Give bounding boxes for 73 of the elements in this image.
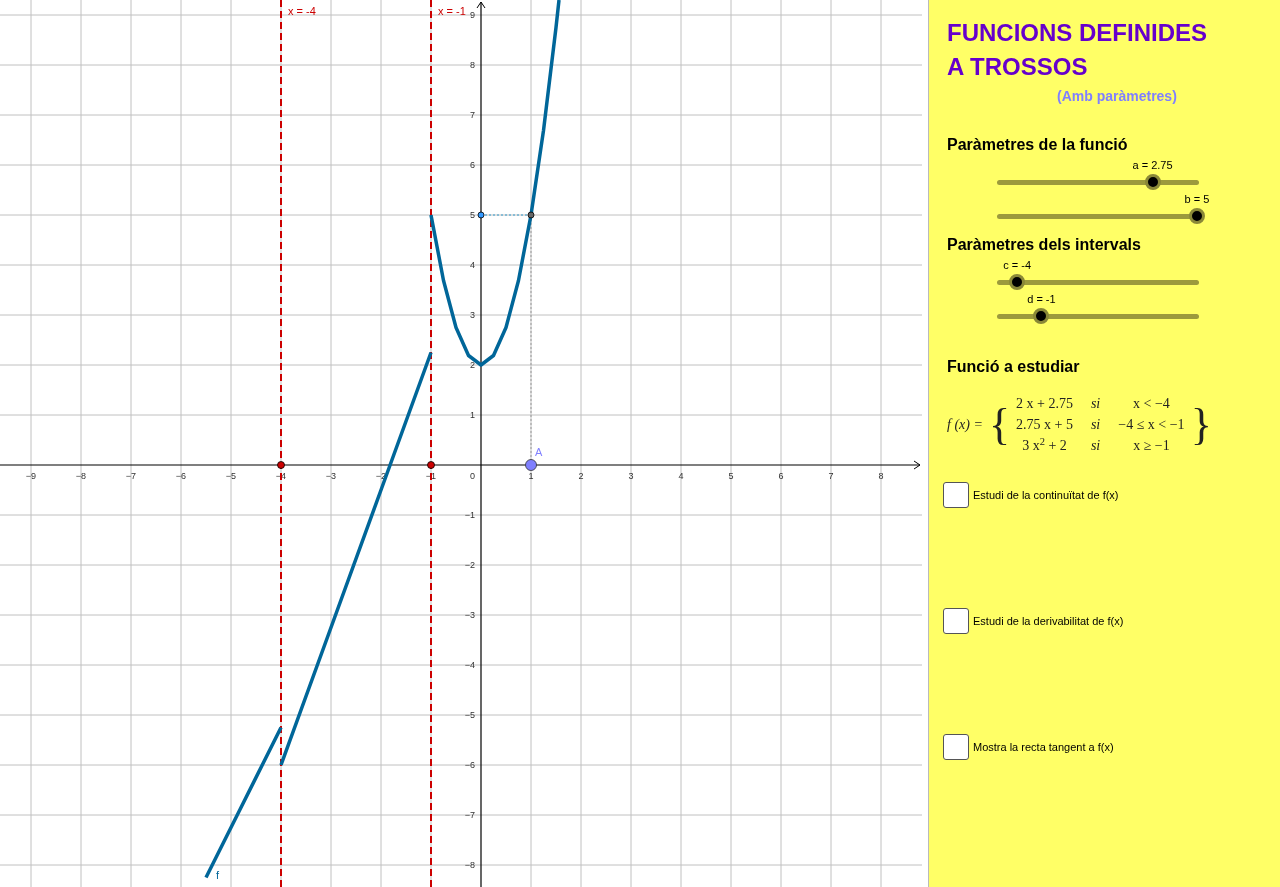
- slider-thumb[interactable]: [1144, 174, 1161, 190]
- line-label: x = -1: [438, 5, 466, 17]
- axis-tick-label: −3: [464, 610, 475, 620]
- panel-title: A TROSSOS: [947, 52, 1089, 82]
- axis-tick-label: 2: [470, 360, 475, 370]
- axis-tick-label: −8: [464, 860, 475, 870]
- slider-label: c = -4: [1003, 258, 1032, 273]
- formula-condition: x < −4: [1132, 395, 1171, 413]
- slider-label: d = -1: [1027, 292, 1056, 307]
- point-marker: [277, 461, 285, 469]
- checkbox-label: Estudi de la continuïtat de f(x): [973, 487, 1119, 503]
- axis-tick-label: 7: [470, 110, 475, 120]
- axis-tick-label: 5: [728, 471, 734, 481]
- formula-brace: }: [1190, 402, 1212, 447]
- axis-tick-label: −3: [325, 471, 337, 481]
- axis-tick-label: 3: [470, 310, 475, 320]
- slider-label: b = 5: [1184, 192, 1210, 207]
- point-marker: [477, 211, 485, 219]
- point-marker: [427, 461, 435, 469]
- axis-tick-label: −8: [75, 471, 87, 481]
- axis-tick-label: 6: [778, 471, 784, 481]
- formula-word: si: [1090, 395, 1101, 413]
- section-heading: Funció a estudiar: [947, 357, 1081, 377]
- slider-thumb[interactable]: [1033, 308, 1050, 324]
- checkbox-label: Estudi de la derivabilitat de f(x): [973, 613, 1124, 629]
- axis-tick-label: −4: [464, 660, 475, 670]
- axis-tick-label: −1: [464, 510, 475, 520]
- axis-tick-label: 3: [628, 471, 634, 481]
- axis-tick-label: 6: [470, 160, 475, 170]
- axis-tick-label: 8: [470, 60, 475, 70]
- point-label: A: [535, 446, 543, 458]
- formula-condition: x ≥ −1: [1132, 437, 1171, 455]
- section-heading: Paràmetres dels intervals: [947, 235, 1142, 255]
- slider-thumb[interactable]: [1009, 274, 1026, 290]
- axis-tick-label: −6: [175, 471, 187, 481]
- axis-tick-label: 4: [678, 471, 684, 481]
- section-heading: Paràmetres de la funció: [947, 135, 1129, 155]
- axis-tick-label: −6: [464, 760, 475, 770]
- axis-tick-label: −7: [125, 471, 137, 481]
- formula-lhs: f (x) =: [947, 416, 983, 434]
- axis-tick-label: −7: [464, 810, 475, 820]
- axis-tick-label: −2: [464, 560, 475, 570]
- axis-tick-label: 1: [528, 471, 534, 481]
- axis-tick-label: 5: [470, 210, 475, 220]
- axis-tick-label: 8: [878, 471, 884, 481]
- panel-title: FUNCIONS DEFINIDES: [947, 18, 1208, 48]
- axis-tick-label: −9: [25, 471, 37, 481]
- checkbox[interactable]: [943, 482, 969, 508]
- slider-label: a = 2.75: [1132, 158, 1173, 173]
- formula-expression: 3 x$^{2}$ + 2: [1021, 435, 1068, 455]
- checkbox[interactable]: [943, 608, 969, 634]
- formula-expression: 2 x + 2.75: [1016, 395, 1073, 413]
- formula-brace: {: [988, 402, 1010, 447]
- axis-tick-label: 9: [470, 10, 475, 20]
- axis-tick-label: 7: [828, 471, 834, 481]
- origin-label: 0: [470, 471, 475, 481]
- point-handle[interactable]: [525, 459, 537, 471]
- point-marker: [527, 211, 535, 219]
- formula-word: si: [1090, 437, 1101, 455]
- axis-tick-label: −5: [464, 710, 475, 720]
- axis-tick-label: 1: [470, 410, 475, 420]
- axis-tick-label: −5: [225, 471, 237, 481]
- panel-subtitle: (Amb paràmetres): [1057, 87, 1178, 106]
- line-label: x = -4: [288, 5, 316, 17]
- formula-condition: −4 ≤ x < −1: [1118, 416, 1185, 434]
- formula-expression: 2.75 x + 5: [1016, 416, 1073, 434]
- curve-label: f: [216, 869, 220, 881]
- formula-word: si: [1090, 416, 1101, 434]
- slider-thumb[interactable]: [1188, 208, 1205, 224]
- checkbox[interactable]: [943, 734, 969, 760]
- checkbox-label: Mostra la recta tangent a f(x): [973, 739, 1114, 755]
- axis-tick-label: 2: [578, 471, 584, 481]
- axis-tick-label: 4: [470, 260, 475, 270]
